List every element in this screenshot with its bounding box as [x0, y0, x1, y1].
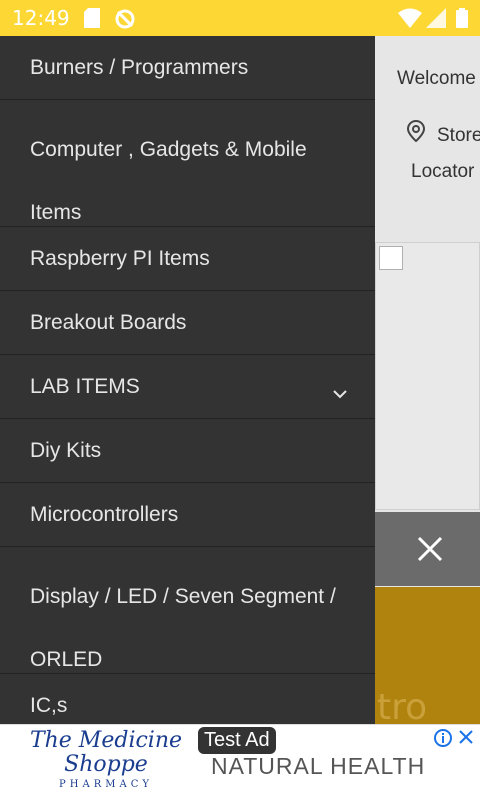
- gold-banner-text: tro: [377, 687, 428, 724]
- background-page: Welcome Store Locator tro: [375, 36, 480, 724]
- menu-item-label: Raspberry PI Items: [30, 247, 210, 270]
- menu-item-label: Microcontrollers: [30, 503, 179, 526]
- test-ad-badge: Test Ad: [198, 727, 276, 754]
- navigation-drawer: Burners / Programmers Computer , Gadgets…: [0, 36, 375, 724]
- ad-logo-line3: PHARMACY: [59, 779, 153, 790]
- welcome-text: Welcome: [397, 68, 476, 89]
- menu-item-breakout-boards[interactable]: Breakout Boards: [0, 291, 375, 355]
- gold-banner: tro: [375, 587, 480, 724]
- ad-banner[interactable]: The Medicine Shoppe PHARMACY Test Ad NAT…: [0, 724, 480, 800]
- ad-logo: The Medicine Shoppe PHARMACY: [26, 729, 186, 799]
- menu-item-raspberry-pi[interactable]: Raspberry PI Items: [0, 227, 375, 291]
- close-bar: [375, 512, 480, 586]
- store-locator-link[interactable]: Store Locator: [411, 118, 480, 190]
- close-icon[interactable]: [417, 536, 443, 567]
- ad-brand-text: NATURAL HEALTH: [211, 753, 426, 779]
- wifi-icon: [398, 8, 422, 33]
- banner-image: [375, 242, 480, 510]
- sd-card-icon: [84, 8, 100, 33]
- menu-item-label: Diy Kits: [30, 439, 102, 462]
- battery-icon: [456, 8, 468, 33]
- menu-item-display-led[interactable]: Display / LED / Seven Segment / ORLED: [0, 547, 375, 674]
- menu-item-microcontrollers[interactable]: Microcontrollers: [0, 483, 375, 547]
- chevron-down-icon[interactable]: [333, 381, 347, 405]
- store-locator-line1: Store: [437, 125, 480, 146]
- menu-item-computer-gadgets-mobile[interactable]: Computer , Gadgets & Mobile Items: [0, 100, 375, 227]
- status-bar: 12:49: [0, 0, 480, 36]
- menu-item-diy-kits[interactable]: Diy Kits: [0, 419, 375, 483]
- signal-icon: [426, 8, 446, 33]
- menu-item-label: Burners / Programmers: [30, 56, 249, 79]
- menu-item-burners-programmers[interactable]: Burners / Programmers: [0, 36, 375, 100]
- menu-item-label: Display / LED / Seven Segment / ORLED: [30, 585, 336, 671]
- store-locator-line2: Locator: [411, 161, 475, 182]
- menu-item-label: IC,s: [30, 694, 68, 717]
- menu-item-label: LAB ITEMS: [30, 375, 140, 398]
- menu-item-lab-items[interactable]: LAB ITEMS: [0, 355, 375, 419]
- info-icon[interactable]: [434, 729, 452, 752]
- menu-item-label: Computer , Gadgets & Mobile Items: [30, 138, 307, 224]
- broken-image-icon: [379, 246, 403, 270]
- menu-item-label: Breakout Boards: [30, 311, 187, 334]
- ad-logo-line2: Shoppe: [64, 752, 148, 777]
- menu-item-ics[interactable]: IC,s: [0, 674, 375, 724]
- ad-close-icon[interactable]: [458, 729, 474, 750]
- no-sync-icon: [114, 8, 136, 35]
- status-time: 12:49: [12, 6, 70, 30]
- ad-logo-line1: The Medicine: [29, 728, 183, 753]
